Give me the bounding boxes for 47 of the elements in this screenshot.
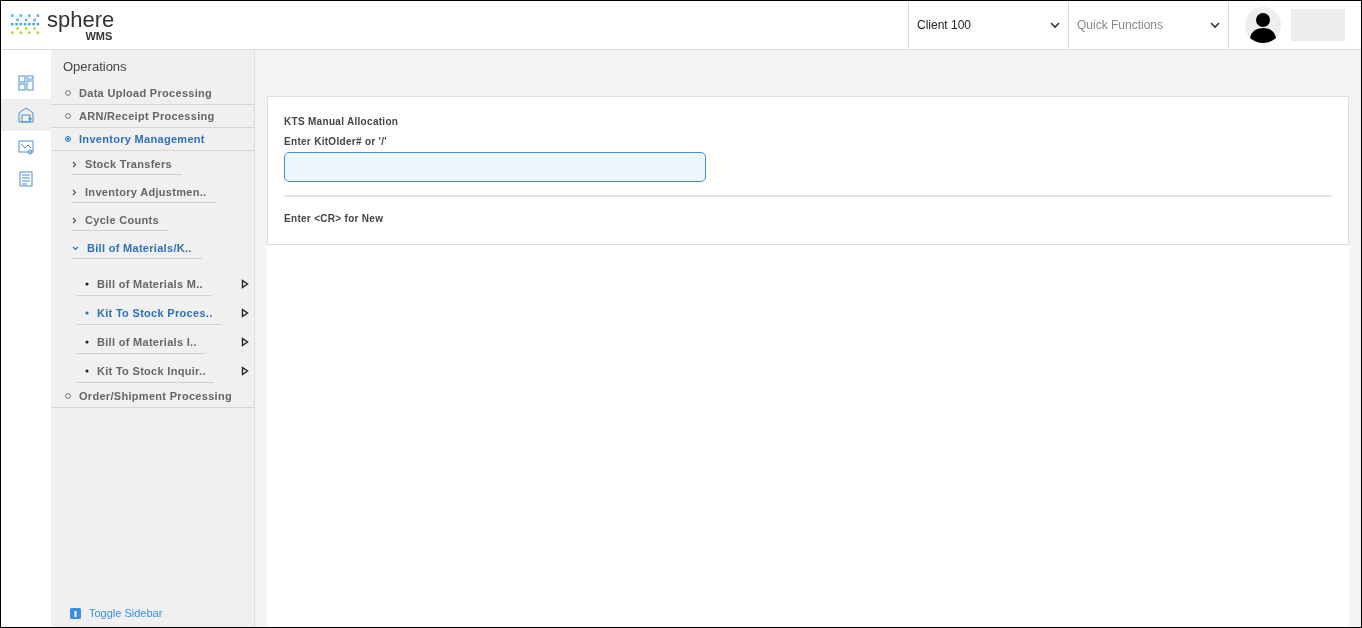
menu-item[interactable]: Data Upload Processing [51,82,213,104]
sidebar-toggle-icon [70,607,81,619]
play-outline-icon [241,336,249,347]
user-avatar-icon [1245,7,1281,43]
form-title: KTS Manual Allocation [284,116,400,127]
menu-item[interactable]: Cycle Counts [72,207,169,231]
chevron-right-icon [72,160,77,168]
map-icon [18,139,34,155]
menu-item[interactable]: Order/Shipment Processing [51,385,232,407]
client-select[interactable]: Client 100 [908,1,1068,49]
kit-order-field[interactable] [284,152,706,182]
menu-item[interactable]: Bill of Materials/K.. [72,235,202,259]
rail-item[interactable] [1,99,51,131]
bullet-icon [85,282,89,286]
document-icon [18,171,34,187]
radio-dot-icon [65,136,71,142]
hint-text: Enter <CR> for New [284,213,385,224]
play-outline-icon [241,307,249,318]
ring-icon [65,90,71,96]
warehouse-icon [18,107,34,123]
play-outline-icon [241,278,249,289]
bullet-icon [85,369,89,373]
menu-item[interactable]: Kit To Stock Inquir.. [77,356,214,383]
menu-item[interactable]: Stock Transfers [72,151,183,175]
toggle-sidebar-link[interactable]: Toggle Sidebar [51,607,254,627]
chevron-right-icon [72,188,77,196]
menu-item[interactable]: Bill of Materials I.. [77,327,205,354]
quick-functions-select[interactable]: Quick Functions [1068,1,1228,49]
menu-item[interactable]: Inventory Management [51,128,205,150]
section-title: Operations [62,58,128,76]
bullet-icon [85,311,89,315]
menu-item[interactable]: ARN/Receipt Processing [51,105,215,127]
play-outline-icon [241,365,249,376]
ring-icon [65,113,71,119]
menu-item[interactable]: Kit To Stock Proces.. [77,298,221,325]
logo-text: sphere [47,8,115,31]
chevron-down-icon [1210,21,1220,29]
logo-subtitle: WMS [85,30,113,42]
chevron-right-icon [72,216,77,224]
chevron-down-icon [72,245,79,251]
field-label: Enter KitOlder# or '/' [284,136,389,147]
ring-icon [65,393,71,399]
bullet-icon [85,340,89,344]
dashboard-icon [18,75,34,91]
chevron-down-icon [1050,21,1060,29]
menu-item[interactable]: Bill of Materials M.. [77,269,211,296]
menu-item[interactable]: Inventory Adjustmen.. [72,179,217,203]
